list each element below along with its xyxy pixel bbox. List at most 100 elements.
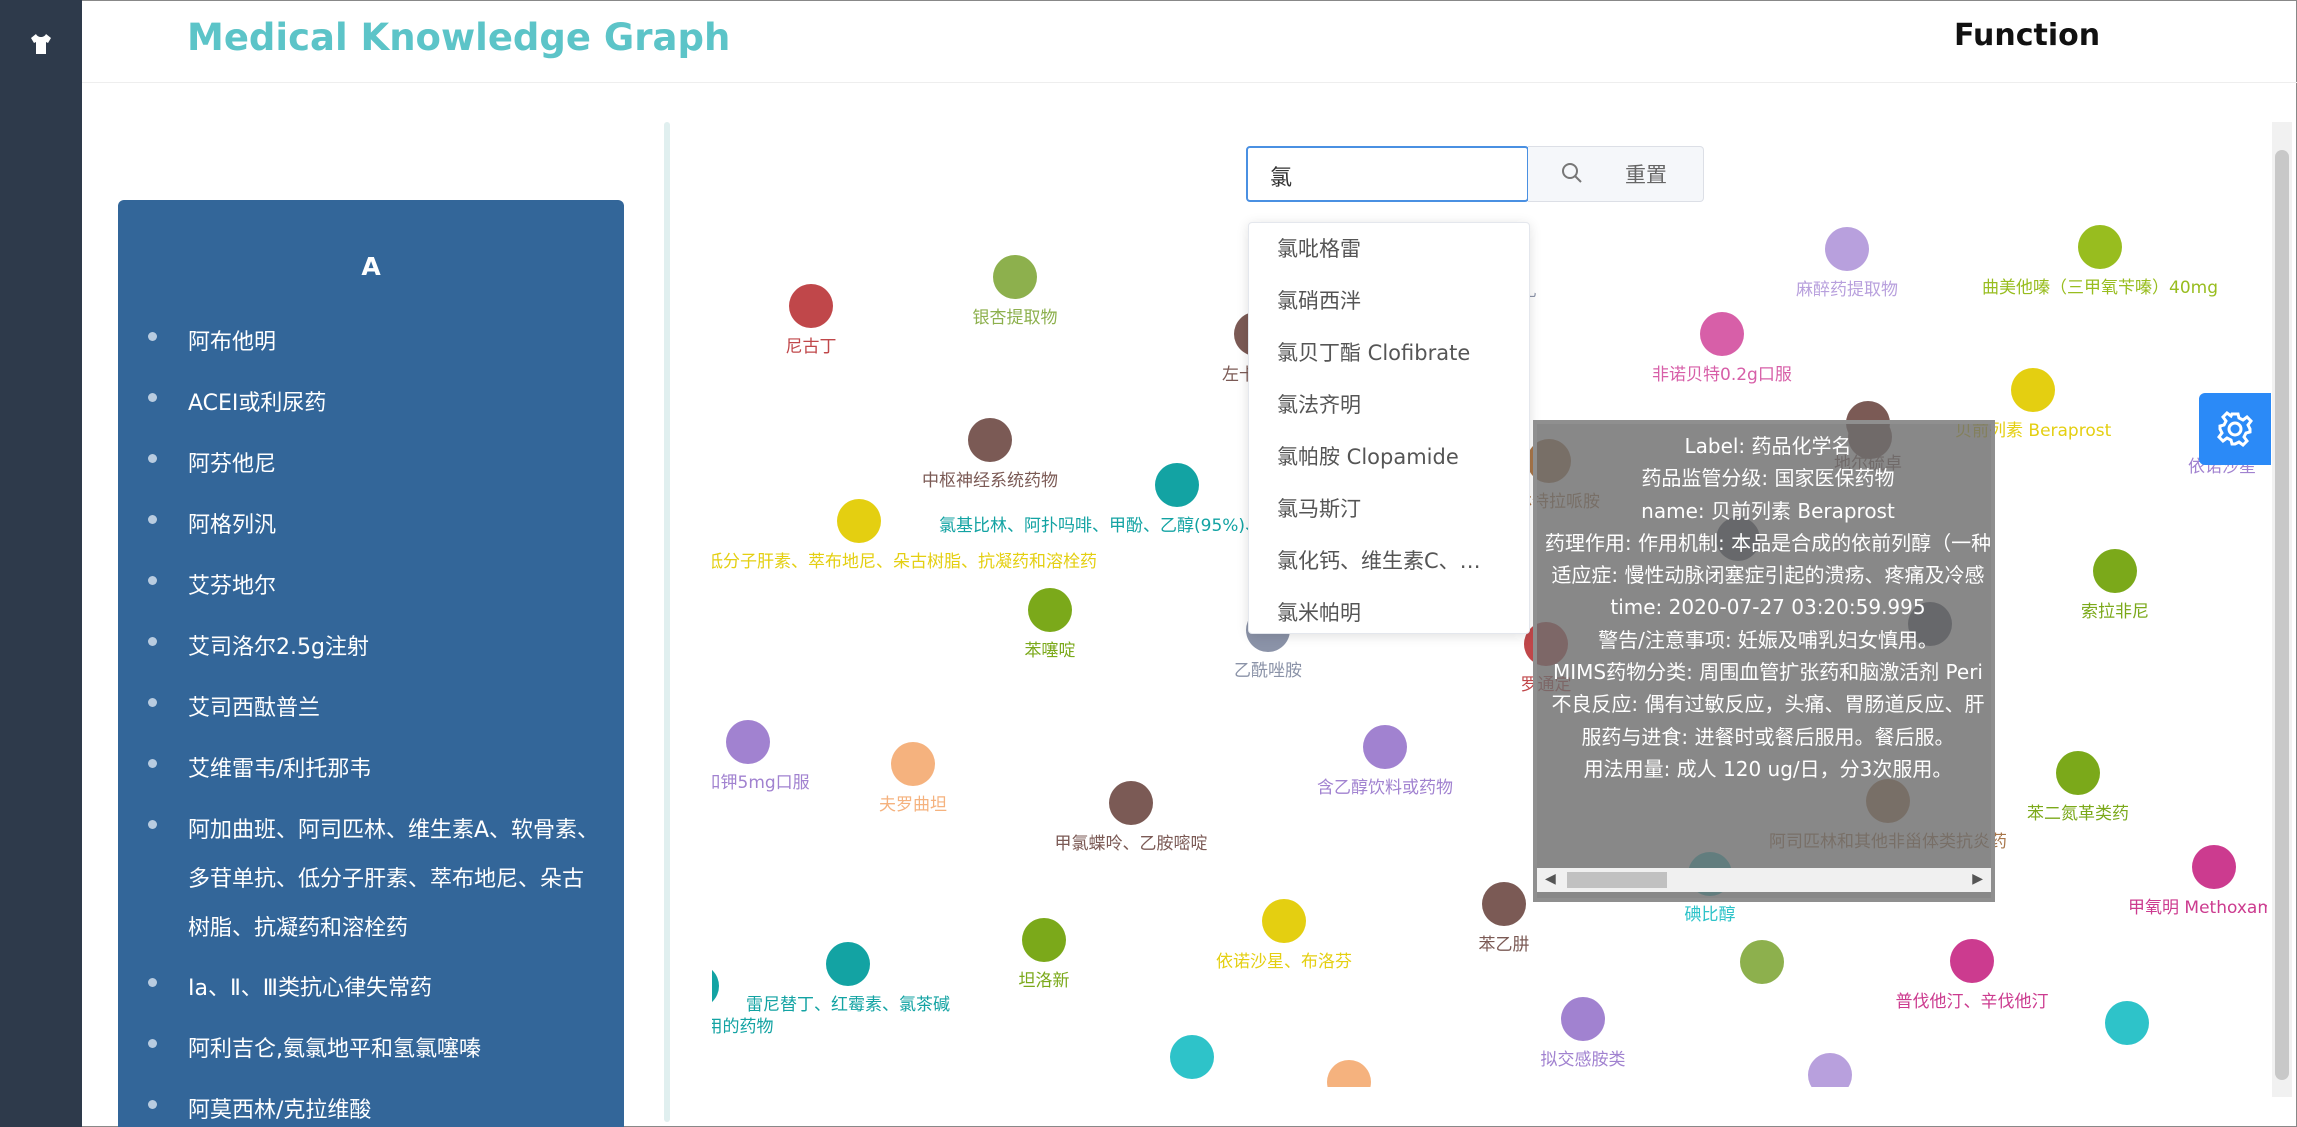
- suggestion-item[interactable]: 氯米帕明: [1249, 587, 1529, 633]
- search-button-group: 重置: [1528, 146, 1704, 202]
- drug-list-item[interactable]: 艾维雷韦/利托那韦: [118, 745, 624, 795]
- tooltip-line: 警告/注意事项: 妊娠及哺乳妇女慎用。: [1598, 627, 1938, 652]
- search-input[interactable]: 氯: [1246, 146, 1529, 202]
- graph-node[interactable]: [1327, 1060, 1371, 1087]
- graph-node-label: 乙酰唑胺: [1234, 661, 1302, 681]
- graph-node-label: 中枢抑制作用的药物: [712, 1017, 774, 1037]
- graph-node[interactable]: [2011, 368, 2055, 412]
- graph-node[interactable]: [993, 255, 1037, 299]
- graph-node[interactable]: [826, 942, 870, 986]
- graph-node[interactable]: [2192, 845, 2236, 889]
- graph-node-label: 苯二氮革类药: [2027, 804, 2129, 824]
- suggestion-item[interactable]: 氯化钙、维生素C、…: [1249, 535, 1529, 587]
- graph-node[interactable]: [968, 418, 1012, 462]
- search-suggestion-dropdown: 氯吡格雷 氯硝西泮 氯贝丁酯 Clofibrate 氯法齐明 氯帕胺 Clopa…: [1248, 222, 1530, 634]
- graph-node-label: 银杏提取物: [972, 308, 1058, 328]
- drug-list-item[interactable]: 阿芬他尼: [118, 440, 624, 490]
- drug-list-item[interactable]: 阿加曲班、阿司匹林、维生素A、软骨素、多苷单抗、低分子肝素、萃布地尼、朵古树脂、…: [118, 806, 624, 953]
- search-icon[interactable]: [1560, 161, 1584, 185]
- graph-node[interactable]: [1700, 312, 1744, 356]
- graph-node-label: 含乙醇饮料或药物: [1317, 778, 1453, 798]
- scroll-left-arrow-icon[interactable]: ◀: [1545, 871, 1556, 887]
- graph-node-label: 尼古丁: [785, 337, 837, 357]
- graph-node[interactable]: [2093, 549, 2137, 593]
- drug-list-item[interactable]: 艾司西酞普兰: [118, 684, 624, 734]
- page-scrollbar-thumb[interactable]: [2275, 150, 2289, 1080]
- suggestion-item[interactable]: 氯法齐明: [1249, 379, 1529, 431]
- gear-icon: [2217, 411, 2253, 447]
- graph-node[interactable]: [1028, 588, 1072, 632]
- graph-node-label: 索拉非尼: [2081, 602, 2149, 622]
- drug-list-item[interactable]: 艾芬地尔: [118, 562, 624, 612]
- graph-node[interactable]: [726, 720, 770, 764]
- drug-list-item[interactable]: 阿莫西林/克拉维酸: [118, 1086, 624, 1127]
- graph-node-label: 甲氯蝶呤、乙胺嘧啶: [1054, 834, 1208, 854]
- shirt-icon[interactable]: [27, 30, 55, 58]
- suggestion-item[interactable]: 氯帕胺 Clopamide: [1249, 431, 1529, 483]
- node-detail-tooltip: Label: 药品化学名 药品监管分级: 国家医保药物 name: 贝前列素 B…: [1533, 420, 1995, 902]
- tooltip-line: 药理作用: 作用机制: 本品是合成的依前列醇（一种: [1544, 530, 1992, 555]
- graph-node[interactable]: [1262, 899, 1306, 943]
- panel-divider[interactable]: [664, 122, 670, 1122]
- scrollbar-thumb[interactable]: [1567, 872, 1667, 888]
- graph-node[interactable]: [2105, 1001, 2149, 1045]
- graph-node[interactable]: [789, 284, 833, 328]
- drug-list-item[interactable]: 阿格列汎: [118, 501, 624, 551]
- app-title: Medical Knowledge Graph: [187, 16, 731, 59]
- graph-node-label: 拟交感胺类: [1540, 1050, 1626, 1070]
- graph-node[interactable]: [1482, 882, 1526, 926]
- tooltip-line: name: 贝前列素 Beraprost: [1641, 498, 1895, 523]
- tooltip-line: 用法用量: 成人 120 ug/日，分3次服用。: [1583, 756, 1953, 781]
- graph-node-label: 多苷单抗、低分子肝素、萃布地尼、朵古树脂、抗凝药和溶栓药: [712, 552, 1097, 572]
- graph-node-label: 普伐他汀、辛伐他汀: [1895, 992, 2049, 1012]
- graph-node[interactable]: [1950, 939, 1994, 983]
- graph-node[interactable]: [837, 499, 881, 543]
- graph-node[interactable]: [1022, 918, 1066, 962]
- graph-node-label: 中枢神经系统药物: [922, 471, 1058, 491]
- graph-node-label: 苯噻啶: [1024, 641, 1076, 661]
- graph-node[interactable]: [1109, 781, 1153, 825]
- tooltip-horizontal-scrollbar[interactable]: ◀ ▶: [1537, 868, 1991, 892]
- graph-node-label: 夫罗曲坦: [879, 795, 947, 815]
- tooltip-line: MIMS药物分类: 周围血管扩张药和脑激活剂 Peri: [1553, 660, 1983, 685]
- graph-node[interactable]: [1808, 1053, 1852, 1087]
- graph-node-label: 苯乙肼: [1478, 935, 1530, 955]
- graph-node[interactable]: [1170, 1035, 1214, 1079]
- index-letter: A: [361, 252, 381, 281]
- graph-node[interactable]: [2078, 225, 2122, 269]
- tooltip-line: 药品监管分级: 国家医保药物: [1641, 466, 1895, 491]
- graph-node[interactable]: [1740, 940, 1784, 984]
- graph-node[interactable]: [2056, 751, 2100, 795]
- graph-node[interactable]: [1155, 463, 1199, 507]
- graph-node-label: 眼局部同时使用非甾体抗炎药: [1082, 1083, 1303, 1087]
- graph-node[interactable]: [1825, 227, 1869, 271]
- graph-node-label: 非诺贝特0.2g口服: [1652, 365, 1792, 385]
- graph-node-label: 麻醉药提取物: [1796, 280, 1898, 300]
- suggestion-item[interactable]: 氯贝丁酯 Clofibrate: [1249, 327, 1529, 379]
- tooltip-line: 服药与进食: 进餐时或餐后服用。餐后服。: [1581, 724, 1955, 749]
- suggestion-item[interactable]: 氯马斯汀: [1249, 483, 1529, 535]
- graph-node[interactable]: [712, 964, 719, 1008]
- drug-list-item[interactable]: 阿布他明: [118, 318, 624, 368]
- reset-button[interactable]: 重置: [1625, 159, 1667, 189]
- graph-node-label: 钾和钾5mg口服: [712, 773, 810, 793]
- graph-node-label: 碘比醇: [1684, 905, 1736, 925]
- graph-node[interactable]: [1561, 997, 1605, 1041]
- graph-node-label: 曲美他嗪（三甲氧苄嗪）40mg: [1982, 278, 2218, 298]
- tooltip-line: Label: 药品化学名: [1684, 434, 1852, 458]
- tooltip-line: 适应症: 慢性动脉闭塞症引起的溃疡、疼痛及冷感: [1551, 563, 1985, 588]
- settings-button[interactable]: [2199, 393, 2271, 465]
- graph-node-label: 坦洛新: [1018, 971, 1070, 991]
- drug-list-item[interactable]: 阿利吉仑,氨氯地平和氢氯噻嗪: [118, 1025, 624, 1075]
- drug-list-item[interactable]: Ⅰa、Ⅱ、Ⅲ类抗心律失常药: [118, 964, 624, 1014]
- drug-list-item[interactable]: 艾司洛尔2.5g注射: [118, 623, 624, 673]
- suggestion-item[interactable]: 氯吡格雷: [1249, 223, 1529, 275]
- page-scrollbar[interactable]: [2272, 122, 2292, 1097]
- graph-node[interactable]: [891, 742, 935, 786]
- graph-node-label: 依诺沙星、布洛芬: [1216, 952, 1352, 972]
- drug-list-item[interactable]: ACEI或利尿药: [118, 379, 624, 429]
- scroll-right-arrow-icon[interactable]: ▶: [1972, 871, 1983, 887]
- function-menu-link[interactable]: Function: [1954, 18, 2100, 53]
- suggestion-item[interactable]: 氯硝西泮: [1249, 275, 1529, 327]
- graph-node[interactable]: [1363, 725, 1407, 769]
